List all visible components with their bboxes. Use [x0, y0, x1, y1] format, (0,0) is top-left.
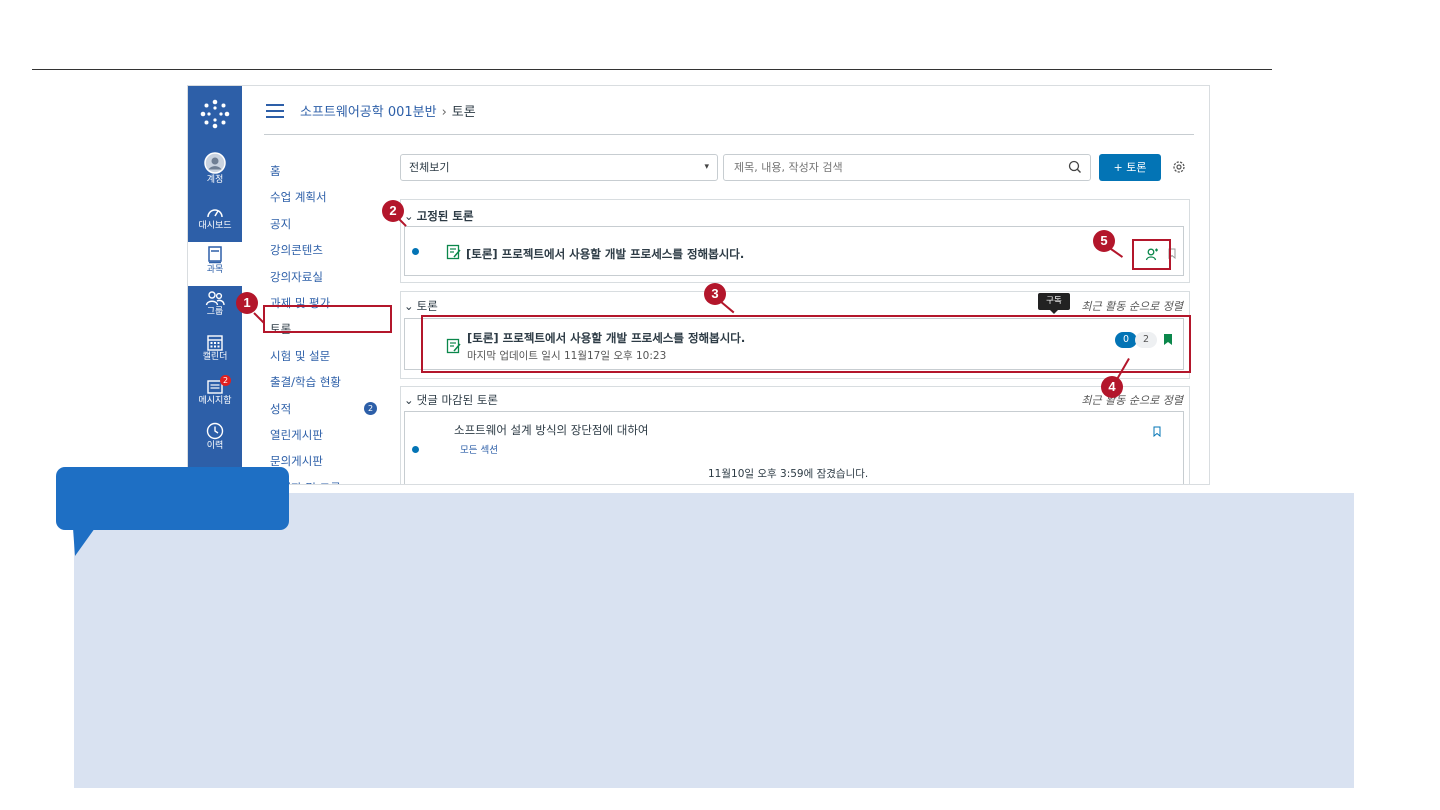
course-nav-attendance[interactable]: 출결/학습 현황 [268, 369, 394, 395]
chevron-down-icon: ▾ [704, 162, 709, 172]
speech-bubble-tail [73, 528, 95, 556]
global-nav-label: 캘린더 [202, 352, 228, 362]
hamburger-icon-line [266, 110, 284, 112]
global-nav-label: 대시보드 [198, 221, 232, 231]
unread-dot [412, 248, 419, 255]
global-nav-inbox[interactable]: 2 메시지함 [188, 374, 242, 418]
history-icon [206, 422, 224, 440]
global-nav-history[interactable]: 이력 [188, 418, 242, 462]
breadcrumb: 소프트웨어공학 001분반 › 토론 [300, 101, 476, 120]
highlight-discussions-nav [263, 305, 392, 333]
unread-dot [412, 446, 419, 453]
breadcrumb-current: 토론 [451, 105, 476, 120]
speech-bubble [56, 467, 289, 530]
discussions-sort-label: 최근 활동 순으로 정렬 [1081, 300, 1183, 313]
groups-icon [205, 291, 225, 306]
course-nav-contents[interactable]: 강의콘텐츠 [268, 237, 394, 263]
pinned-section-header[interactable]: ⌄ 고정된 토론 [404, 208, 474, 224]
chevron-down-icon: ⌄ [404, 393, 414, 407]
discussion-search-input[interactable] [723, 154, 1091, 181]
closed-section-title: 댓글 마감된 토론 [416, 393, 499, 407]
highlight-subscribe-icon [1132, 239, 1171, 270]
account-icon [204, 152, 226, 174]
course-nav-open-board[interactable]: 열린게시판 [268, 422, 394, 448]
breadcrumb-divider [264, 134, 1194, 135]
global-nav-label: 이력 [206, 441, 224, 451]
callout-number-4: 4 [1101, 376, 1123, 398]
breadcrumb-course-link[interactable]: 소프트웨어공학 001분반 [300, 105, 437, 120]
grades-badge: 2 [364, 401, 377, 415]
global-nav-label: 메시지함 [198, 396, 232, 406]
closed-lock-notice: 11월10일 오후 3:59에 잠겼습니다. [708, 468, 869, 480]
inbox-unread-badge: 2 [220, 375, 231, 386]
search-icon[interactable] [1068, 160, 1082, 174]
chevron-down-icon: ⌄ [404, 209, 414, 223]
course-nav-grades-label: 성적 [270, 401, 292, 416]
discussion-icon [446, 244, 461, 260]
calendar-icon [207, 335, 223, 351]
global-nav-label: 그룹 [206, 307, 224, 317]
description-panel [74, 493, 1354, 788]
closed-discussion-title[interactable]: 소프트웨어 설계 방식의 장단점에 대하여 [454, 422, 648, 438]
global-nav-label: 과목 [206, 265, 224, 275]
discussions-section-header[interactable]: ⌄ 토론 [404, 298, 438, 314]
course-nav-materials[interactable]: 강의자료실 [268, 264, 394, 290]
pinned-section-title: 고정된 토론 [416, 209, 474, 223]
gear-icon[interactable] [1171, 159, 1187, 175]
breadcrumb-separator: › [441, 105, 447, 120]
hamburger-icon-line [266, 116, 284, 118]
hamburger-icon [266, 104, 284, 106]
closed-discussion-section[interactable]: 모든 섹션 [460, 442, 498, 456]
course-nav-grades[interactable]: 성적 2 [268, 396, 394, 422]
discussions-section-title: 토론 [416, 299, 438, 313]
global-nav-dashboard[interactable]: 대시보드 [188, 200, 242, 244]
global-nav: 계정 대시보드 과목 그룹 캘린더 2 메시지함 이력 [188, 86, 242, 484]
pinned-discussion-title[interactable]: [토론] 프로젝트에서 사용할 개발 프로세스를 정해봅시다. [466, 246, 744, 262]
callout-number-1: 1 [236, 292, 258, 314]
bookmark-outline-icon[interactable] [1153, 426, 1161, 437]
dashboard-icon [207, 209, 223, 218]
chevron-down-icon: ⌄ [404, 299, 414, 313]
subscribe-tooltip: 구독 [1038, 293, 1070, 314]
add-discussion-button[interactable]: + 토론 [1099, 154, 1161, 181]
top-divider [32, 69, 1272, 70]
filter-value: 전체보기 [409, 161, 450, 174]
closed-section-header[interactable]: ⌄ 댓글 마감된 토론 [404, 392, 498, 408]
global-nav-groups[interactable]: 그룹 [188, 286, 242, 330]
course-nav-announcements[interactable]: 공지 [268, 211, 394, 237]
global-nav-label: 계정 [206, 175, 224, 185]
course-menu-toggle[interactable] [266, 104, 284, 118]
course-nav-syllabus[interactable]: 수업 계획서 [268, 184, 394, 210]
highlight-discussion-row [421, 315, 1191, 373]
global-nav-account[interactable]: 계정 [188, 148, 242, 192]
courses-icon [208, 246, 222, 264]
discussion-filter-select[interactable]: 전체보기 ▾ [400, 154, 718, 181]
global-nav-courses[interactable]: 과목 [188, 242, 242, 286]
course-nav-quizzes[interactable]: 시험 및 설문 [268, 343, 394, 369]
canvas-logo-icon[interactable] [199, 98, 231, 130]
global-nav-calendar[interactable]: 캘린더 [188, 330, 242, 374]
course-nav-home[interactable]: 홈 [268, 158, 394, 184]
lms-screenshot: 계정 대시보드 과목 그룹 캘린더 2 메시지함 이력 소프트웨어공학 001분… [187, 85, 1210, 485]
closed-sort-label: 최근 활동 순으로 정렬 [1081, 394, 1183, 407]
